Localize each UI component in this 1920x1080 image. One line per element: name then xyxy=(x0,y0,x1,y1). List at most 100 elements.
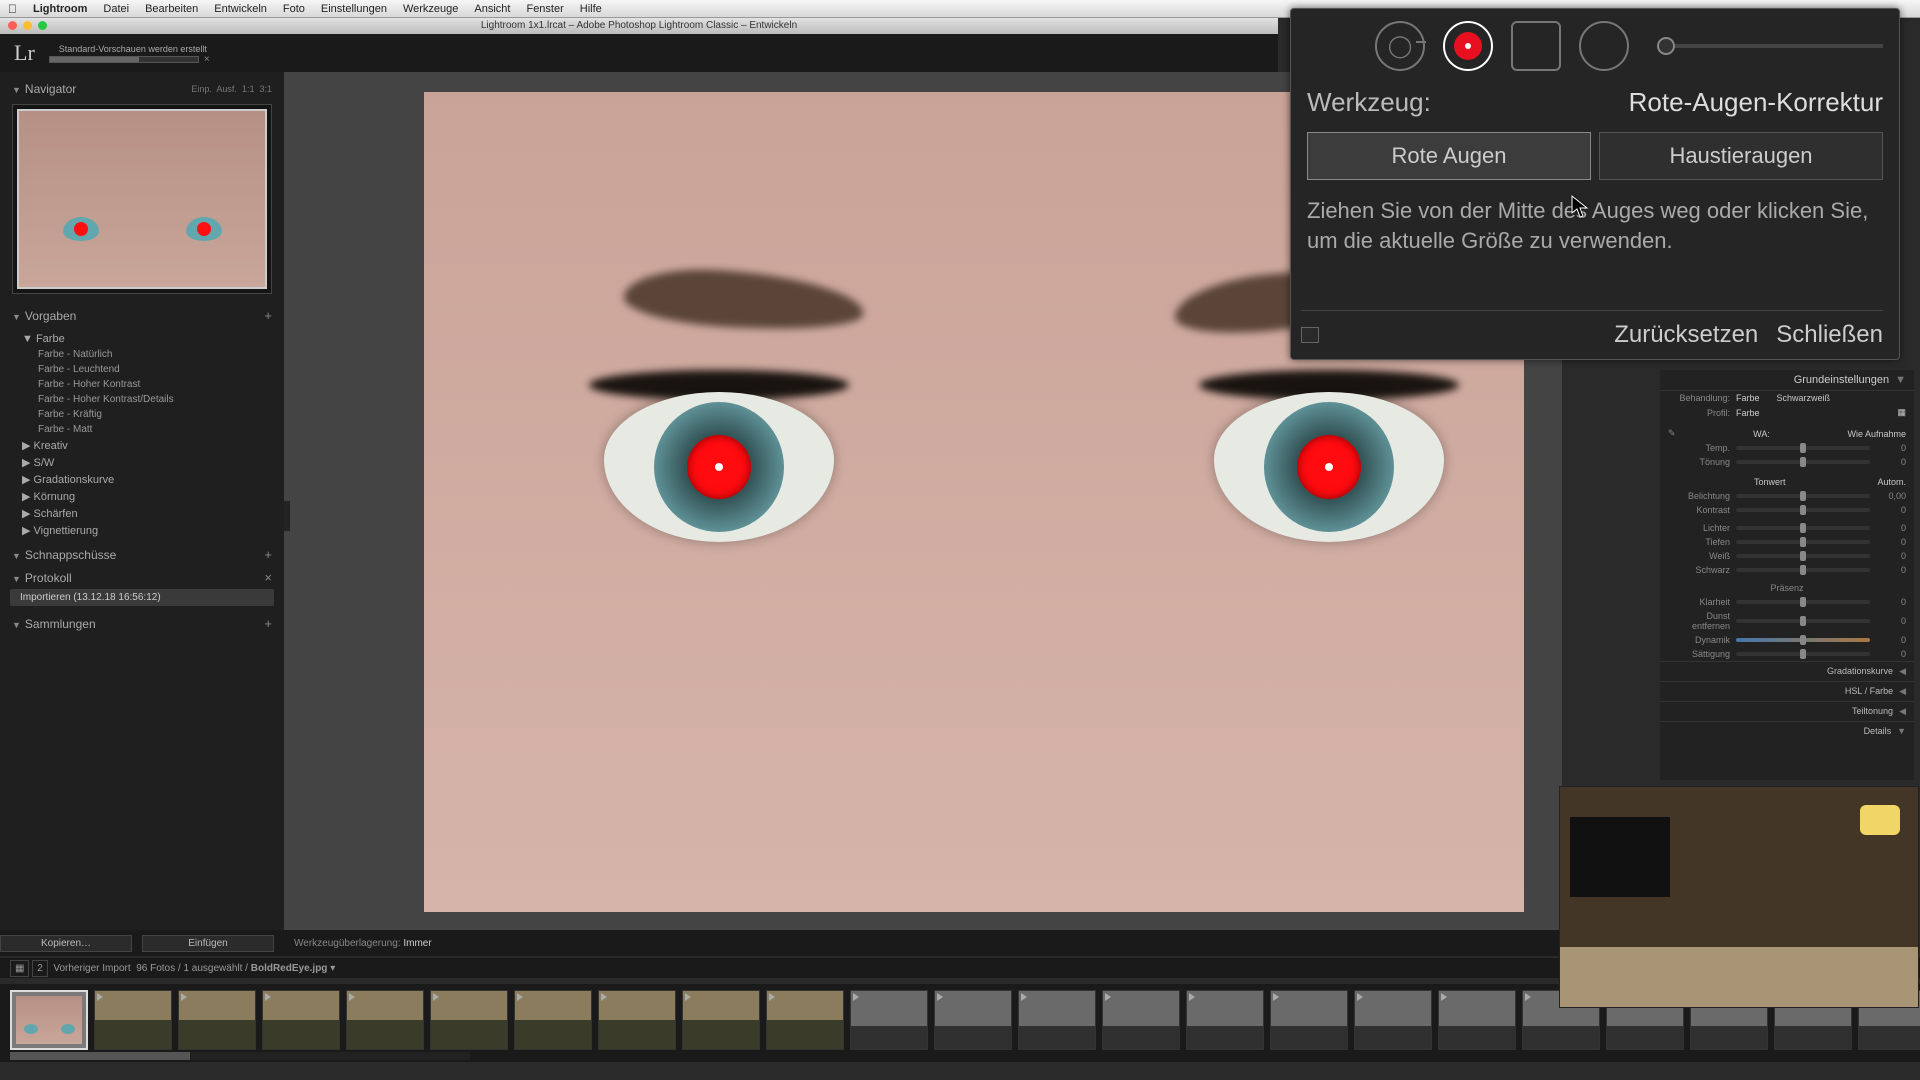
preset-item[interactable]: Farbe - Natürlich xyxy=(12,347,272,362)
treatment-bw[interactable]: Schwarzweiß xyxy=(1777,393,1831,403)
add-snapshot-icon[interactable]: + xyxy=(264,547,272,562)
filmstrip-thumb[interactable] xyxy=(1102,990,1180,1050)
preset-group[interactable]: ▶ Vignettierung xyxy=(12,522,272,539)
menubar-item[interactable]: Bearbeiten xyxy=(145,3,198,15)
menubar-item[interactable]: Hilfe xyxy=(580,3,602,15)
blacks-slider[interactable] xyxy=(1736,568,1870,572)
wb-picker-icon[interactable]: ✎ xyxy=(1668,428,1676,439)
add-collection-icon[interactable]: + xyxy=(264,616,272,631)
filmstrip-thumb[interactable] xyxy=(682,990,760,1050)
window-zoom-button[interactable] xyxy=(38,21,47,30)
filmstrip-thumb[interactable] xyxy=(934,990,1012,1050)
pet-eye-mode-button[interactable]: Haustieraugen xyxy=(1599,132,1883,180)
menubar-item[interactable]: Entwickeln xyxy=(214,3,267,15)
filmstrip-thumb[interactable] xyxy=(94,990,172,1050)
zoom-fit[interactable]: Einp. xyxy=(191,84,212,94)
preset-group[interactable]: ▶ S/W xyxy=(12,454,272,471)
spot-removal-tool-icon[interactable]: ◯ xyxy=(1375,21,1425,71)
history-header[interactable]: ▼Protokoll × xyxy=(6,566,278,589)
panel-edge-handle[interactable] xyxy=(284,501,290,531)
red-eye-mode-button[interactable]: Rote Augen xyxy=(1307,132,1591,180)
apple-menu-icon[interactable]:  xyxy=(8,2,17,16)
filmstrip-thumb[interactable] xyxy=(1018,990,1096,1050)
brush-tool-slider[interactable] xyxy=(1657,37,1883,55)
preset-group[interactable]: ▶ Gradationskurve xyxy=(12,471,272,488)
filmstrip-thumb[interactable] xyxy=(1354,990,1432,1050)
preset-item[interactable]: Farbe - Leuchtend xyxy=(12,362,272,377)
zoom-fill[interactable]: Ausf. xyxy=(216,84,237,94)
filmstrip-thumb[interactable] xyxy=(850,990,928,1050)
menubar-item[interactable]: Fenster xyxy=(526,3,563,15)
tonecurve-section-header[interactable]: Gradationskurve◀ xyxy=(1660,661,1914,681)
window-close-button[interactable] xyxy=(8,21,17,30)
treatment-color[interactable]: Farbe xyxy=(1736,393,1760,403)
menubar-item[interactable]: Ansicht xyxy=(474,3,510,15)
wb-value[interactable]: Wie Aufnahme xyxy=(1847,429,1906,439)
reset-button[interactable]: Zurücksetzen xyxy=(1614,321,1758,349)
basic-panel-header[interactable]: Grundeinstellungen▼ xyxy=(1660,370,1914,391)
window-minimize-button[interactable] xyxy=(23,21,32,30)
graduated-filter-tool-icon[interactable] xyxy=(1511,21,1561,71)
radial-filter-tool-icon[interactable] xyxy=(1579,21,1629,71)
detail-section-header[interactable]: Details▼ xyxy=(1660,721,1914,740)
shadows-slider[interactable] xyxy=(1736,540,1870,544)
clear-history-icon[interactable]: × xyxy=(264,570,272,585)
tint-slider[interactable] xyxy=(1736,460,1870,464)
snapshots-header[interactable]: ▼Schnappschüsse + xyxy=(6,543,278,566)
filmstrip-thumb[interactable] xyxy=(598,990,676,1050)
contrast-slider[interactable] xyxy=(1736,508,1870,512)
hsl-section-header[interactable]: HSL / Farbe◀ xyxy=(1660,681,1914,701)
vibrance-slider[interactable] xyxy=(1736,638,1870,642)
secondary-display-icon[interactable]: 2 xyxy=(32,960,48,977)
preset-item[interactable]: Farbe - Hoher Kontrast/Details xyxy=(12,392,272,407)
saturation-slider[interactable] xyxy=(1736,652,1870,656)
menubar-item[interactable]: Datei xyxy=(103,3,129,15)
overlay-mode[interactable]: Immer xyxy=(403,938,431,949)
crop-tool-icon[interactable] xyxy=(1307,21,1357,71)
whites-slider[interactable] xyxy=(1736,554,1870,558)
red-eye-tool-icon[interactable] xyxy=(1443,21,1493,71)
filmstrip-thumb[interactable] xyxy=(1438,990,1516,1050)
preset-group[interactable]: ▶ Schärfen xyxy=(12,505,272,522)
cancel-progress-icon[interactable]: × xyxy=(204,54,210,65)
filmstrip-thumb[interactable] xyxy=(178,990,256,1050)
exposure-slider[interactable] xyxy=(1736,494,1870,498)
close-button[interactable]: Schließen xyxy=(1776,321,1883,349)
auto-tone-button[interactable]: Autom. xyxy=(1877,477,1906,487)
preset-group[interactable]: ▶ Kreativ xyxy=(12,437,272,454)
menubar-item[interactable]: Foto xyxy=(283,3,305,15)
paste-button[interactable]: Einfügen xyxy=(142,935,274,952)
copy-button[interactable]: Kopieren… xyxy=(0,935,132,952)
grid-view-icon[interactable]: ▦ xyxy=(10,960,29,977)
navigator-thumbnail[interactable] xyxy=(12,104,272,294)
temp-slider[interactable] xyxy=(1736,446,1870,450)
profile-grid-icon[interactable]: ▦ xyxy=(1897,407,1906,418)
tool-toggle-switch[interactable] xyxy=(1301,327,1319,343)
filmstrip-thumb-selected[interactable] xyxy=(10,990,88,1050)
filmstrip-thumb[interactable] xyxy=(514,990,592,1050)
filmstrip-thumb[interactable] xyxy=(262,990,340,1050)
menubar-item[interactable]: Einstellungen xyxy=(321,3,387,15)
menubar-appname[interactable]: Lightroom xyxy=(33,3,87,15)
filmstrip-thumb[interactable] xyxy=(1270,990,1348,1050)
dehaze-slider[interactable] xyxy=(1736,619,1870,623)
filmstrip-thumb[interactable] xyxy=(766,990,844,1050)
filmstrip-scrollbar[interactable] xyxy=(10,1052,470,1060)
menubar-item[interactable]: Werkzeuge xyxy=(403,3,458,15)
filmstrip-thumb[interactable] xyxy=(346,990,424,1050)
preset-item[interactable]: Farbe - Hoher Kontrast xyxy=(12,377,272,392)
preset-item[interactable]: Farbe - Matt xyxy=(12,422,272,437)
zoom-31[interactable]: 3:1 xyxy=(259,84,272,94)
zoom-11[interactable]: 1:1 xyxy=(242,84,255,94)
filmstrip-thumb[interactable] xyxy=(1186,990,1264,1050)
collections-header[interactable]: ▼Sammlungen + xyxy=(6,612,278,635)
clarity-slider[interactable] xyxy=(1736,600,1870,604)
preset-item[interactable]: Farbe - Kräftig xyxy=(12,407,272,422)
navigator-header[interactable]: ▼Navigator Einp. Ausf. 1:1 3:1 xyxy=(6,78,278,100)
window-titlebar[interactable]: Lightroom 1x1.lrcat – Adobe Photoshop Li… xyxy=(0,18,1278,34)
history-item[interactable]: Importieren (13.12.18 16:56:12) xyxy=(10,589,274,606)
filmstrip-source[interactable]: Vorheriger Import xyxy=(53,963,130,974)
profile-value[interactable]: Farbe xyxy=(1736,408,1891,418)
presets-header[interactable]: ▼Vorgaben + xyxy=(6,304,278,327)
highlights-slider[interactable] xyxy=(1736,526,1870,530)
